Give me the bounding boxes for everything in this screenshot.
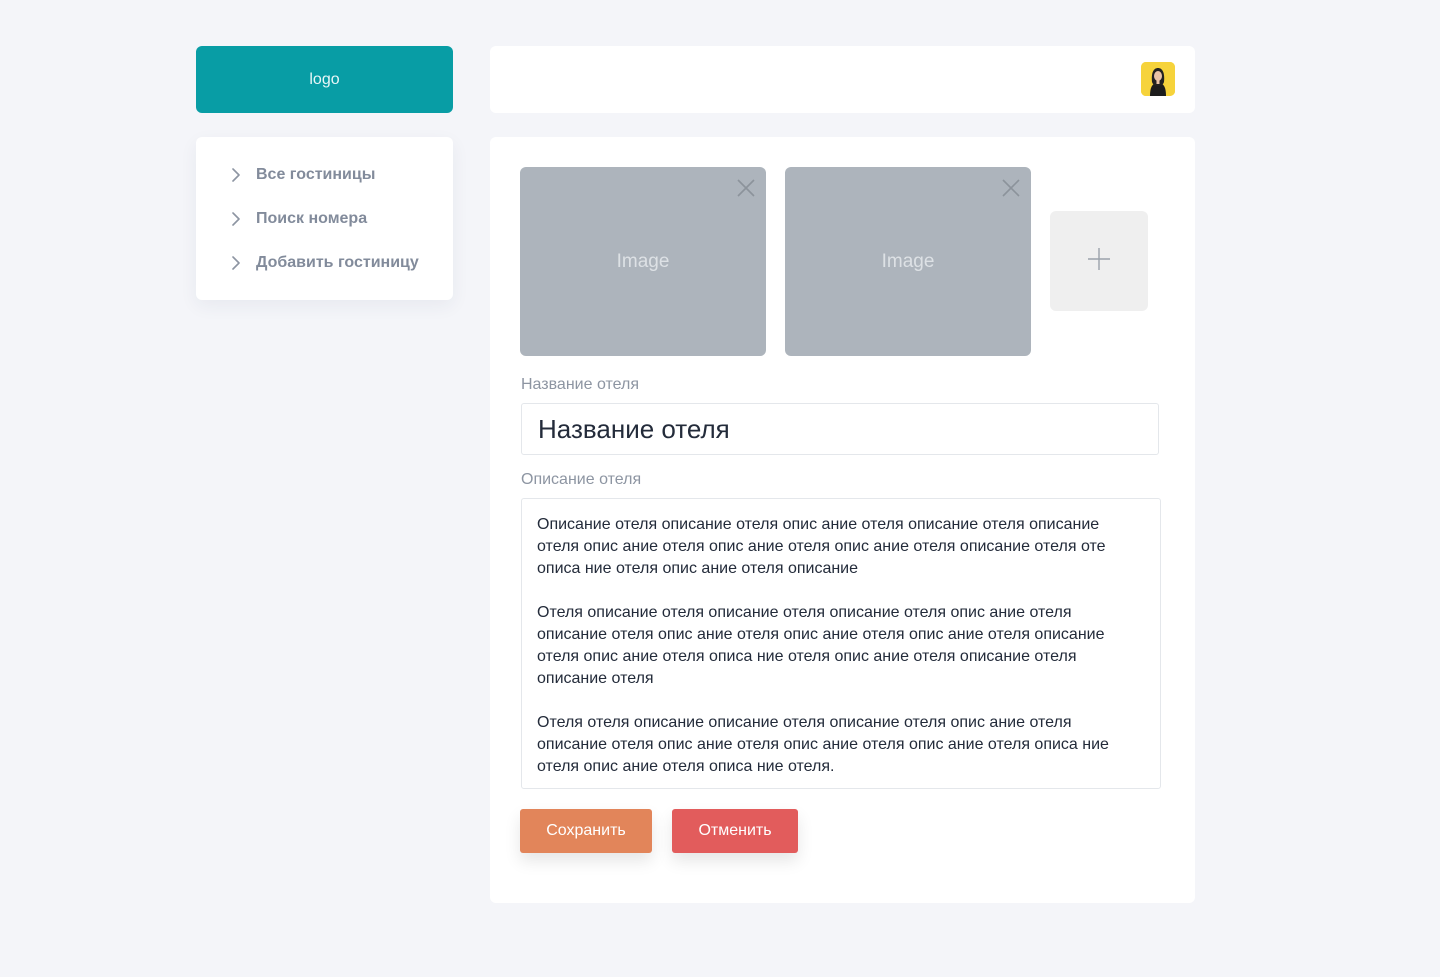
hotel-description-label: Описание отеля — [521, 471, 642, 488]
hotel-name-label: Название отеля — [521, 376, 640, 393]
hotel-edit-panel: Image Image Название отеля Описание отел… — [490, 137, 1195, 903]
top-header — [490, 46, 1195, 113]
sidebar-item-all-hotels[interactable]: Все гостиницы — [196, 164, 453, 186]
sidebar-item-label: Все гостиницы — [256, 166, 376, 183]
user-avatar[interactable] — [1141, 62, 1175, 96]
hotel-name-input[interactable] — [521, 403, 1159, 455]
save-button[interactable]: Сохранить — [520, 809, 652, 853]
sidebar-item-label: Добавить гостиницу — [256, 254, 419, 271]
hotel-description-textarea[interactable]: Описание отеля описание отеля опис ание … — [521, 498, 1161, 789]
image-placeholder-label: Image — [881, 250, 935, 272]
image-placeholder-label: Image — [616, 250, 670, 272]
cancel-button[interactable]: Отменить — [672, 809, 798, 853]
sidebar-item-room-search[interactable]: Поиск номера — [196, 208, 453, 230]
chevron-right-icon — [232, 168, 242, 182]
description-paragraph: Отеля отеля описание описание отеля опис… — [537, 714, 1109, 775]
image-placeholder: Image — [520, 167, 766, 356]
image-placeholder: Image — [785, 167, 1031, 356]
description-paragraph: Описание отеля описание отеля опис ание … — [537, 516, 1106, 577]
close-icon[interactable] — [736, 178, 756, 198]
close-icon[interactable] — [1001, 178, 1021, 198]
plus-icon — [1087, 247, 1111, 276]
sidebar-item-label: Поиск номера — [256, 210, 368, 227]
description-paragraph: Отеля описание отеля описание отеля опис… — [537, 604, 1105, 687]
chevron-right-icon — [232, 256, 242, 270]
sidebar-nav: Все гостиницы Поиск номера Добавить гост… — [196, 137, 453, 300]
chevron-right-icon — [232, 212, 242, 226]
sidebar-item-add-hotel[interactable]: Добавить гостиницу — [196, 252, 453, 274]
add-image-button[interactable] — [1050, 211, 1148, 311]
logo[interactable]: logo — [196, 46, 453, 113]
